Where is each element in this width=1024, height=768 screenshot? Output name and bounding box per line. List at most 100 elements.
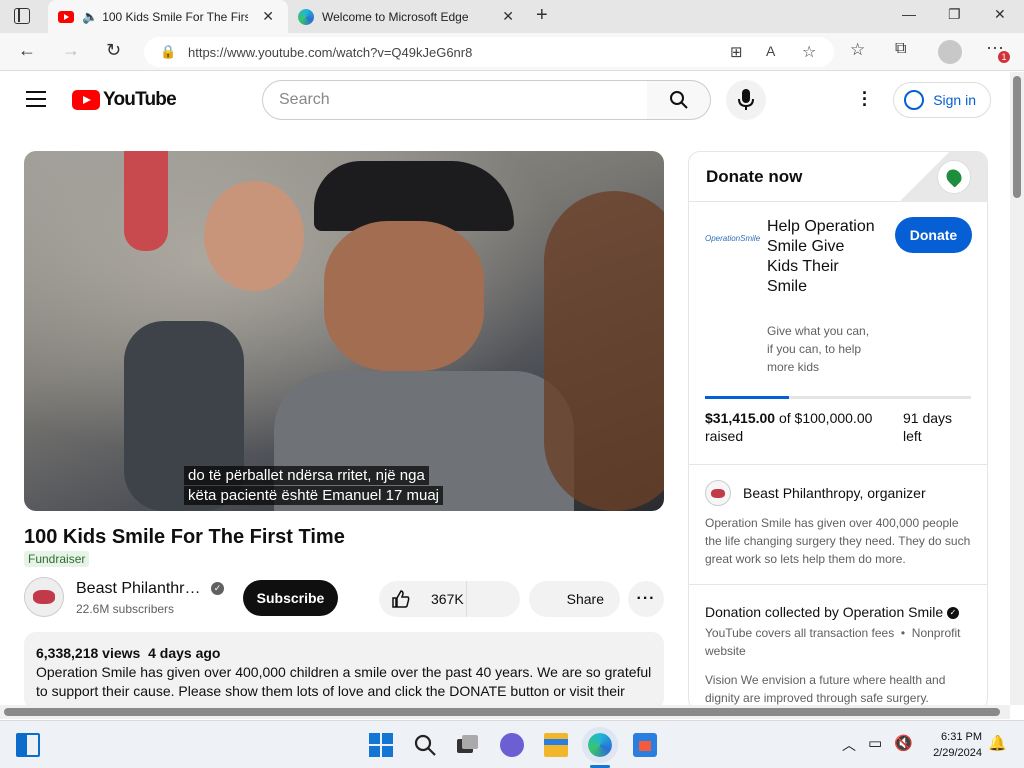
donate-headline: Help Operation Smile Give Kids Their Smi…: [767, 218, 875, 295]
operation-smile-logo: OperationSmile: [705, 234, 761, 243]
store-icon[interactable]: [633, 733, 657, 757]
organizer-role: , organizer: [859, 485, 926, 501]
edge-favicon-icon: [298, 8, 314, 25]
progress-track: [705, 396, 971, 399]
chat-icon[interactable]: [500, 733, 524, 757]
start-icon[interactable]: [369, 733, 393, 757]
new-tab-icon[interactable]: +: [536, 4, 548, 27]
favorites-icon[interactable]: ☆: [850, 40, 865, 60]
organizer-name[interactable]: Beast Philanthropy: [743, 485, 859, 501]
caption-line-1: do të përballet ndërsa rritet, një nga: [184, 466, 429, 485]
donate-button[interactable]: Donate: [895, 217, 972, 253]
fees-text: YouTube covers all transaction fees: [705, 626, 895, 640]
search-placeholder: Search: [279, 91, 330, 108]
close-window-icon[interactable]: ✕: [994, 6, 1006, 23]
youtube-logo-text: YouTube: [103, 89, 177, 110]
fundraiser-badge[interactable]: Fundraiser: [24, 551, 90, 567]
profile-avatar[interactable]: [938, 40, 962, 64]
close-tab-icon[interactable]: ✕: [502, 8, 514, 25]
tab-edge-welcome[interactable]: Welcome to Microsoft Edge ✕: [288, 0, 528, 33]
voice-search-button[interactable]: [726, 80, 766, 120]
more-options-icon[interactable]: · · ·: [862, 84, 868, 114]
widgets-icon[interactable]: [16, 733, 40, 757]
raised-text: $31,415.00 of $100,000.00 raised: [705, 409, 885, 445]
channel-name[interactable]: Beast Philanthr… ✓: [76, 580, 224, 598]
donate-panel-header: Donate now: [689, 152, 987, 202]
tab-actions-icon[interactable]: [14, 8, 30, 24]
caption-line-2: këta pacientë është Emanuel 17 muaj: [184, 486, 443, 505]
apps-icon[interactable]: ⊞: [730, 43, 743, 61]
channel-avatar[interactable]: [24, 577, 64, 617]
share-button[interactable]: Share: [529, 581, 620, 617]
vision-text: Vision We envision a future where health…: [705, 673, 946, 705]
fees-line: YouTube covers all transaction fees • No…: [705, 626, 961, 658]
tab-title: 100 Kids Smile For The First Time - YouT…: [102, 9, 249, 24]
sign-in-button[interactable]: Sign in: [893, 82, 991, 118]
lock-icon[interactable]: 🔒: [160, 44, 176, 60]
minimize-icon[interactable]: —: [902, 6, 916, 22]
chevron-up-icon[interactable]: ︿: [842, 735, 856, 755]
maximize-icon[interactable]: ❐: [948, 6, 961, 23]
youtube-favicon-icon: [58, 10, 74, 23]
description-text: Operation Smile has given over 400,000 c…: [36, 664, 652, 699]
organizer-description: Operation Smile has given over 400,000 p…: [705, 516, 971, 566]
address-bar[interactable]: 🔒 https://www.youtube.com/watch?v=Q49kJe…: [144, 37, 834, 67]
subscribe-button[interactable]: Subscribe: [243, 580, 338, 616]
task-view-icon[interactable]: [455, 733, 479, 757]
video-frame-child-head: [204, 181, 304, 291]
tab-youtube[interactable]: 🔈 100 Kids Smile For The First Time - Yo…: [48, 0, 288, 33]
dislike-button[interactable]: [467, 581, 519, 617]
thumbs-up-icon: [392, 590, 410, 608]
video-title: 100 Kids Smile For The First Time: [24, 526, 345, 548]
video-player[interactable]: do të përballet ndërsa rritet, një nga k…: [24, 151, 664, 511]
notification-badge: 1: [998, 51, 1010, 63]
network-icon[interactable]: ▭: [868, 734, 882, 752]
volume-muted-icon[interactable]: 🔇: [894, 734, 913, 752]
raised-amount: $31,415.00: [705, 410, 776, 426]
add-favorite-icon[interactable]: ☆: [802, 42, 816, 62]
search-icon: [670, 91, 688, 109]
donate-panel: Donate now OperationSmile Help Operation…: [688, 151, 988, 711]
clock-date: 2/29/2024: [933, 747, 982, 759]
vertical-scrollbar[interactable]: [1010, 72, 1024, 705]
youtube-header: YouTube Search · · · Sign in: [0, 72, 1010, 128]
youtube-play-icon: [72, 90, 100, 110]
menu-icon[interactable]: [26, 91, 46, 107]
horizontal-scroll-thumb[interactable]: [4, 708, 1000, 716]
tab-title: Welcome to Microsoft Edge: [322, 9, 469, 24]
like-dislike-group: 367K: [379, 581, 520, 617]
speaker-icon[interactable]: 🔈: [82, 9, 98, 25]
upload-age: 4 days ago: [148, 645, 221, 661]
like-count: 367K: [431, 591, 464, 607]
microphone-icon: [738, 89, 754, 110]
edge-taskbar-icon[interactable]: [582, 727, 618, 763]
search-icon[interactable]: [413, 733, 437, 757]
progress-fill: [705, 396, 789, 399]
read-aloud-icon[interactable]: A: [766, 43, 775, 59]
close-tab-icon[interactable]: ✕: [262, 8, 274, 25]
search-button[interactable]: [647, 80, 711, 120]
organizer-avatar[interactable]: [705, 480, 731, 506]
more-actions-button[interactable]: ···: [628, 581, 664, 617]
search-input[interactable]: Search: [262, 80, 648, 120]
donate-heart-icon: [937, 160, 971, 194]
video-frame-blurred-figure: [544, 191, 664, 511]
collected-by-line: Donation collected by Operation Smile ✓: [705, 604, 960, 620]
account-icon: [904, 90, 924, 110]
description-box[interactable]: 6,338,218 views 4 days ago Operation Smi…: [24, 632, 664, 710]
vertical-scroll-thumb[interactable]: [1013, 76, 1021, 198]
youtube-logo[interactable]: YouTube: [72, 89, 177, 111]
clock[interactable]: 6:31 PM 2/29/2024: [922, 729, 982, 761]
back-icon[interactable]: ←: [18, 40, 36, 61]
windows-taskbar: ︿ ▭ 🔇 6:31 PM 2/29/2024 🔔: [0, 720, 1024, 768]
like-button[interactable]: 367K: [379, 581, 467, 617]
refresh-icon[interactable]: ↻: [106, 40, 121, 61]
forward-icon[interactable]: →: [62, 40, 80, 61]
horizontal-scrollbar[interactable]: [0, 705, 1010, 719]
more-horizontal-icon: ···: [636, 590, 656, 607]
file-explorer-icon[interactable]: [544, 733, 568, 757]
notifications-icon[interactable]: 🔔: [988, 734, 1007, 752]
verified-icon: ✓: [210, 582, 224, 596]
clock-time: 6:31 PM: [941, 731, 982, 743]
collections-icon[interactable]: ⧉: [895, 40, 906, 58]
